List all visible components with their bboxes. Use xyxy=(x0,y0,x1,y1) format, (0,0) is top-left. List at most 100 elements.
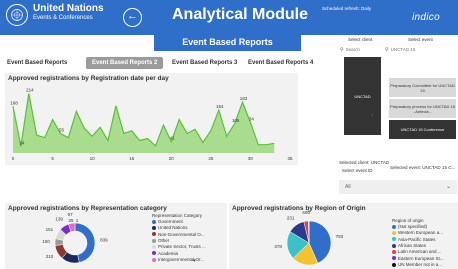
legend-item[interactable]: Latin American and ... xyxy=(392,249,442,254)
data-label: 183 xyxy=(240,96,248,101)
legend-item[interactable]: UN Member not in a... xyxy=(392,262,442,267)
slice-value-label: 100 xyxy=(42,239,50,244)
event-id-value: All xyxy=(345,184,351,190)
data-label: 24 xyxy=(19,140,25,145)
client-search-text: Search xyxy=(345,47,360,52)
chevron-left-icon[interactable]: ‹ xyxy=(371,112,373,119)
legend-label: Western European a... xyxy=(398,230,443,236)
event-item-3[interactable]: UNCTAD 15 Conference xyxy=(389,120,456,139)
refresh-note: Scheduled refresh: Daily xyxy=(322,6,372,11)
representation-chart[interactable]: 83926621010015113997251 xyxy=(5,203,150,269)
select-event-label: Select event xyxy=(408,37,433,42)
data-label: 214 xyxy=(26,87,34,92)
donut-legend-title: Representation Category xyxy=(152,213,203,218)
legend-label: Intergovernmental Or... xyxy=(158,256,205,262)
back-button[interactable]: ← xyxy=(123,8,142,27)
legend-item[interactable]: African States xyxy=(392,243,426,248)
data-label: 41 xyxy=(170,136,176,141)
x-tick-label: 5 xyxy=(51,156,54,161)
client-item-unctad[interactable]: UNCTAD xyxy=(354,94,370,99)
select-client-label: Select client xyxy=(348,37,373,42)
x-tick-label: 30 xyxy=(248,156,254,161)
legend-item[interactable]: (Not specified) xyxy=(392,224,427,229)
legend-dot-icon xyxy=(392,224,396,229)
app-header: United Nations Events & Conferences ← An… xyxy=(0,0,458,35)
slice-value-label: 151 xyxy=(46,227,54,232)
legend-item[interactable]: Other xyxy=(152,238,169,243)
legend-dot-icon xyxy=(392,250,396,254)
legend-label: Other xyxy=(158,237,170,243)
slice-value-label: 793 xyxy=(336,234,344,239)
app-title: Analytical Module xyxy=(172,6,309,23)
slice-value-label: 231 xyxy=(287,216,295,221)
legend-dot-icon xyxy=(392,237,396,242)
client-search[interactable]: ⚲ Search xyxy=(340,46,360,54)
legend-label: United Nations xyxy=(158,225,188,231)
legend-dot-icon xyxy=(152,251,156,256)
legend-label: Private Sector, Trusts ... xyxy=(158,244,206,250)
legend-label: (Not specified) xyxy=(398,224,428,229)
legend-label: Academia xyxy=(158,250,179,256)
search-icon: ⚲ xyxy=(385,47,389,53)
legend-dot-icon xyxy=(152,238,156,243)
legend-item[interactable]: Eastern European St... xyxy=(392,256,444,261)
region-chart[interactable]: 7933553782316081 xyxy=(229,203,389,269)
tab-event-based-reports-3[interactable]: Event Based Reports 3 xyxy=(172,57,237,69)
indico-logo: indico xyxy=(412,12,440,23)
event-id-dropdown[interactable]: All ⌄ xyxy=(339,180,457,194)
data-label: 105 xyxy=(232,118,240,123)
chevron-down-icon: ⌄ xyxy=(445,184,451,190)
slice-value-label: 25 xyxy=(68,218,74,223)
event-search-text: UNCTAD 15 xyxy=(390,47,416,52)
tab-event-based-reports[interactable]: Event Based Reports xyxy=(7,57,67,69)
arrow-left-icon: ← xyxy=(127,10,138,22)
legend-item[interactable]: Western European a... xyxy=(392,230,443,235)
legend-item[interactable]: Asia-Pacific States xyxy=(392,237,436,242)
data-label: 34 xyxy=(249,116,255,121)
slice-value-label: 97 xyxy=(68,212,74,217)
dashboard: United Nations Events & Conferences ← An… xyxy=(0,0,458,269)
org-subtitle: Events & Conferences xyxy=(33,15,93,21)
slice-value-label: 378 xyxy=(274,244,282,249)
tab-event-based-reports-2[interactable]: Event Based Reports 2 xyxy=(86,57,164,69)
client-list[interactable]: UNCTAD xyxy=(344,57,381,135)
registration-date-chart[interactable]: 0 5 10 15 20 25 30 35 168 214 24 55 41 154 183 105 34 xyxy=(5,73,298,165)
legend-label: Eastern European St... xyxy=(398,255,444,261)
legend-dot-icon xyxy=(152,245,156,249)
selected-client-text: Selected client: UNCTAD xyxy=(339,160,390,165)
legend-dot-icon xyxy=(152,232,156,237)
legend-dot-icon xyxy=(152,226,156,231)
legend-more-icon[interactable]: ▾ xyxy=(193,258,196,264)
selected-event-text: Selected event: UNCTAD 15 C... xyxy=(390,165,456,170)
legend-item[interactable]: Private Sector, Trusts ... xyxy=(152,244,206,249)
x-tick-label: 20 xyxy=(169,156,175,161)
tab-event-based-reports-4[interactable]: Event Based Reports 4 xyxy=(248,57,313,69)
data-label: 168 xyxy=(10,100,18,105)
event-search[interactable]: ⚲ UNCTAD 15 xyxy=(385,46,415,54)
data-label: 154 xyxy=(216,104,224,109)
data-label: 55 xyxy=(59,128,65,133)
legend-item[interactable]: Intergovernmental Or... xyxy=(152,257,204,262)
legend-dot-icon xyxy=(392,256,396,261)
page-title: Event Based Reports xyxy=(154,34,301,51)
legend-dot-icon xyxy=(392,231,396,236)
legend-item[interactable]: Government xyxy=(152,219,183,224)
event-id-label: Select event ID xyxy=(342,168,373,173)
slice-value-label: 210 xyxy=(46,254,54,259)
legend-dot-icon xyxy=(392,243,396,248)
legend-item[interactable]: Academia xyxy=(152,251,178,256)
legend-item[interactable]: United Nations xyxy=(152,225,188,230)
x-tick-label: 10 xyxy=(90,156,96,161)
event-item-1[interactable]: Preparatory Committee for UNCTAD 15 xyxy=(389,78,456,97)
x-tick-label: 0 xyxy=(12,156,15,161)
org-name: United Nations xyxy=(33,3,104,14)
legend-label: UN Member not in a... xyxy=(398,261,443,267)
legend-label: Asia-Pacific States xyxy=(398,236,436,242)
legend-label: African States xyxy=(398,242,427,248)
pie-legend-title: Region of origin xyxy=(392,218,424,223)
legend-dot-icon xyxy=(152,257,156,262)
event-item-2[interactable]: Preparatory process for UNCTAD 15 - Ante… xyxy=(389,99,456,118)
legend-item[interactable]: Non-Governmental O... xyxy=(152,232,205,237)
x-tick-label: 35 xyxy=(287,156,293,161)
slice-value-label: 1 xyxy=(76,218,79,223)
